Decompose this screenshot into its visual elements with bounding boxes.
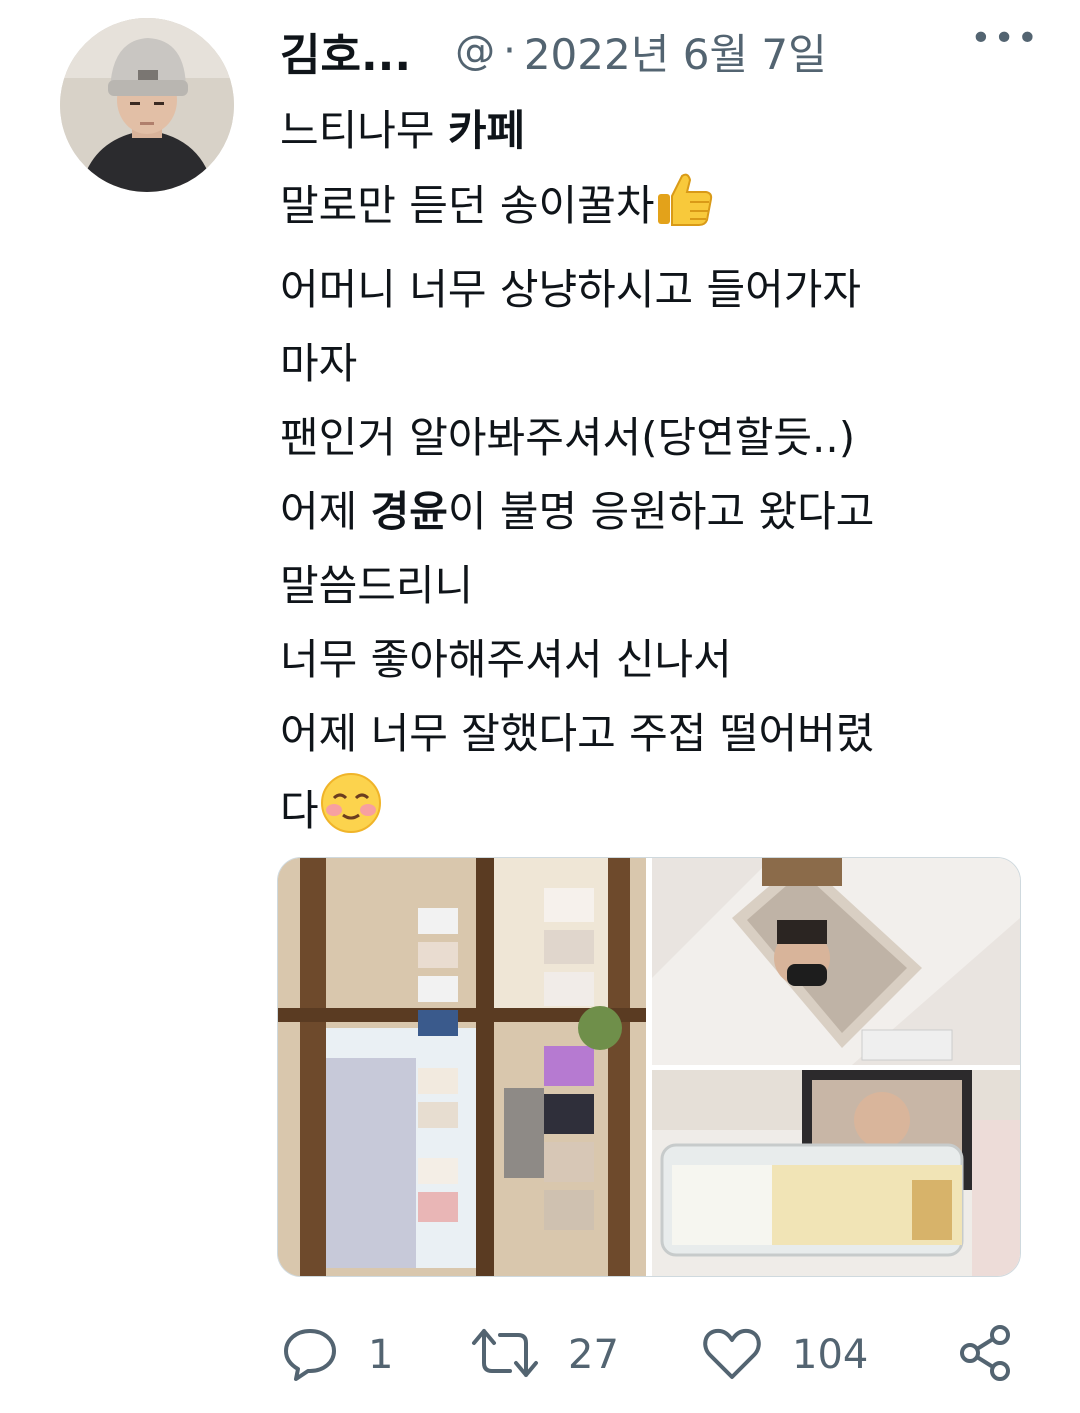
author-handle[interactable]: @ <box>455 28 495 74</box>
text-line: 다 <box>280 771 1040 858</box>
text-segment: 말로만 듣던 송이꿀차 <box>280 181 655 230</box>
retweet-icon[interactable] <box>470 1323 540 1387</box>
text-line: 너무 좋아해주셔서 신나서 <box>280 635 732 684</box>
tweet-text: 느티나무 카페 말로만 듣던 송이꿀차 어머니 너무 상냥하시고 들어가자 마자… <box>280 94 1040 858</box>
avatar[interactable] <box>60 18 234 192</box>
thumbs-up-icon <box>654 168 716 253</box>
tweet-date[interactable]: 2022년 6월 7일 <box>524 21 827 82</box>
retweet-count: 27 <box>568 1332 619 1378</box>
share-button[interactable] <box>956 1320 1016 1390</box>
photo-honey-tea-glass[interactable] <box>652 1070 1020 1276</box>
retweet-button[interactable]: 27 <box>470 1320 619 1390</box>
text-line: 어머니 너무 상냥하시고 들어가자 <box>280 265 862 314</box>
like-button[interactable]: 104 <box>700 1320 868 1390</box>
more-options-icon[interactable]: ••• <box>970 18 1040 59</box>
text-line: 어제 너무 잘했다고 주접 떨어버렸 <box>280 709 875 758</box>
reply-button[interactable]: 1 <box>280 1320 393 1390</box>
text-line: 팬인거 알아봐주셔서(당연할듯..) <box>280 413 856 462</box>
text-segment: 어제 <box>280 487 371 536</box>
media-grid <box>277 857 1021 1277</box>
text-line: 마자 <box>280 339 358 388</box>
text-line: 말로만 듣던 송이꿀차 <box>280 168 1040 253</box>
bold-text-segment: 카페 <box>447 106 526 155</box>
reply-icon[interactable] <box>280 1323 340 1387</box>
tweet-actions: 1 27 104 <box>280 1320 1020 1390</box>
reply-count: 1 <box>368 1332 394 1378</box>
text-line: 어제 경윤이 불명 응원하고 왔다고 <box>280 475 1040 549</box>
smiling-face-icon <box>319 771 383 858</box>
photo-hanging-poster[interactable] <box>652 858 1020 1065</box>
photo-cafe-interior[interactable] <box>278 858 646 1276</box>
heart-icon[interactable] <box>700 1323 764 1387</box>
tweet-header: 김호... @ · 2022년 6월 7일 <box>280 18 1060 84</box>
separator-dot: · <box>503 28 516 74</box>
text-segment: 느티나무 <box>280 106 448 155</box>
share-icon[interactable] <box>956 1323 1016 1387</box>
like-count: 104 <box>792 1332 869 1378</box>
text-segment: 다 <box>280 786 319 835</box>
author-name[interactable]: 김호... <box>280 19 411 83</box>
bold-text-segment: 경윤 <box>370 487 448 536</box>
text-segment: 이 불명 응원하고 왔다고 <box>447 487 875 536</box>
text-line: 느티나무 카페 <box>280 94 1040 168</box>
text-line: 말씀드리니 <box>280 561 474 610</box>
